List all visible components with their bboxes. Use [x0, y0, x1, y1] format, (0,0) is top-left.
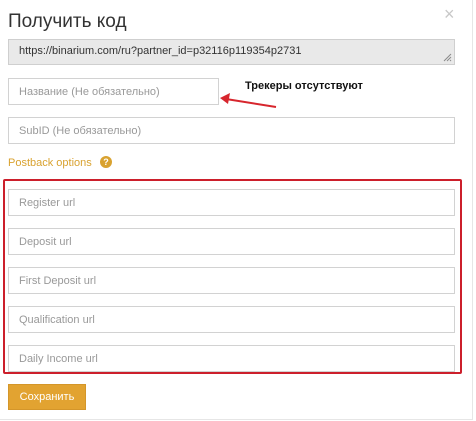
daily-income-url-input[interactable] — [8, 345, 455, 372]
postback-options-toggle[interactable]: Postback options — [8, 157, 92, 169]
help-icon[interactable]: ? — [100, 156, 112, 168]
name-input[interactable] — [8, 78, 219, 105]
get-code-modal: Получить код × https://binarium.com/ru?p… — [0, 0, 473, 420]
modal-title: Получить код — [8, 11, 127, 32]
deposit-url-input[interactable] — [8, 228, 455, 255]
resize-grip-icon[interactable] — [443, 53, 452, 62]
annotation-arrow — [220, 93, 277, 108]
qualification-url-input[interactable] — [8, 306, 455, 333]
referral-link-text: https://binarium.com/ru?partner_id=p3211… — [19, 45, 302, 57]
referral-link-field[interactable]: https://binarium.com/ru?partner_id=p3211… — [8, 39, 455, 65]
save-button[interactable]: Сохранить — [8, 384, 86, 410]
subid-input[interactable] — [8, 117, 455, 144]
first-deposit-url-input[interactable] — [8, 267, 455, 294]
register-url-input[interactable] — [8, 189, 455, 216]
close-icon[interactable]: × — [444, 5, 455, 23]
